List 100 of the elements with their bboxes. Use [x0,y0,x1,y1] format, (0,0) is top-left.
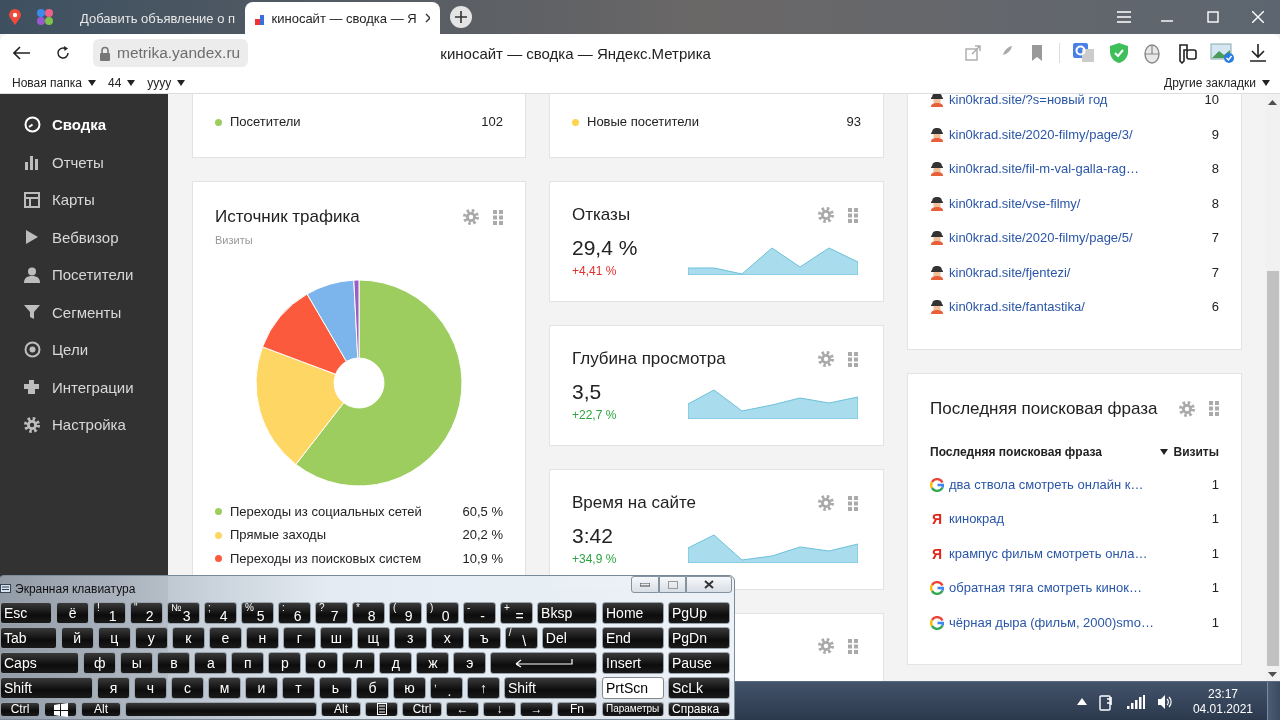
keyboard-key[interactable] [365,702,398,716]
keyboard-key[interactable]: п [231,652,265,674]
drag-handle-icon[interactable] [848,495,858,511]
keyboard-key[interactable]: * 8 [352,602,386,624]
speaker-icon[interactable] [1156,693,1173,710]
reload-icon[interactable] [56,46,70,60]
keyboard-key[interactable] [490,652,597,674]
keyboard-key[interactable]: т [282,677,315,699]
search-phrase-link[interactable]: кинокрад [949,511,1005,528]
drag-handle-icon[interactable] [493,209,503,225]
keyboard-key[interactable]: н [245,627,279,649]
keyboard-key[interactable]: щ [356,627,390,649]
keyboard-key[interactable]: Home [602,602,664,624]
drag-handle-icon[interactable] [848,638,858,654]
keyboard-key[interactable]: % 5 [241,602,275,624]
keyboard-key[interactable]: в [157,652,191,674]
scrollbar-thumb[interactable] [1266,271,1279,666]
keyboard-key[interactable]: PgDn [668,627,730,649]
keyboard-key[interactable]: ? 7 [315,602,349,624]
keyboard-key[interactable]: Insert [602,652,664,674]
keyboard-key[interactable]: ( 9 [389,602,423,624]
sidebar-item[interactable]: Цели [0,331,168,369]
keyboard-key[interactable]: / \ [504,627,538,649]
keyboard-key[interactable]: Fn [557,702,597,716]
keyboard-key[interactable]: ц [97,627,131,649]
page-link[interactable]: kin0krad.site/2020-filmy/page/5/ [949,230,1133,247]
column-header[interactable]: Визиты [1160,443,1219,460]
browser-tab[interactable]: Добавить объявление о п [62,2,245,34]
keyboard-key[interactable]: Bksp [537,602,597,624]
new-tab-button[interactable] [450,6,472,28]
keyboard-key[interactable]: , . [430,677,463,699]
signal-icon[interactable] [1126,694,1145,709]
keyboard-key[interactable]: Caps [0,652,80,674]
keyboard-key[interactable]: Ctrl [402,702,442,716]
keyboard-key[interactable]: Tab [0,627,57,649]
keyboard-key[interactable]: Alt [81,702,121,716]
dots-icon[interactable] [36,8,54,26]
keyboard-key[interactable]: л [342,652,376,674]
keyboard-key[interactable]: б [356,677,389,699]
key-icon[interactable] [1176,42,1198,64]
settings-icon[interactable] [817,494,835,512]
keyboard-key[interactable]: ъ [467,627,501,649]
keyboard-key[interactable]: к [171,627,205,649]
sidebar-item[interactable]: Настройка [0,406,168,444]
sidebar-item[interactable]: Карты [0,181,168,219]
keyboard-key[interactable]: Ctrl [0,702,40,716]
keyboard-key[interactable]: Pause [668,652,730,674]
page-link[interactable]: kin0krad.site/fantastika/ [949,299,1085,316]
page-link[interactable]: kin0krad.site/2020-filmy/page/3/ [949,126,1133,143]
share-icon[interactable] [963,43,983,63]
keyboard-key[interactable]: End [602,627,664,649]
page-link[interactable]: kin0krad.site/fil-m-val-galla-rag… [949,161,1139,178]
sidebar-item[interactable]: Вебвизор [0,218,168,256]
minimize-button[interactable] [631,576,659,593]
maximize-button[interactable] [659,576,686,593]
keyboard-key[interactable]: г [282,627,316,649]
image-icon[interactable] [1210,42,1236,64]
keyboard-key[interactable]: PgUp [668,602,730,624]
caret-icon[interactable] [1076,698,1087,705]
keyboard-key[interactable]: ж [416,652,450,674]
sidebar-item[interactable]: Посетители [0,256,168,294]
keyboard-key[interactable]: №3 [167,602,201,624]
keyboard-key[interactable]: ы [120,652,154,674]
menu-icon[interactable] [1117,11,1131,23]
keyboard-key[interactable]: ↓ [483,702,516,716]
bookmark-folder[interactable]: 44 [107,75,136,90]
keyboard-key[interactable]: Shift [0,677,93,699]
keyboard-key[interactable]: Del [541,627,597,649]
map-pin-icon[interactable] [9,9,21,25]
keyboard-key[interactable]: э [453,652,487,674]
keyboard-key[interactable]: + = [500,602,534,624]
search-phrase-link[interactable]: крампус фильм смотреть онла… [949,545,1148,562]
shield-icon[interactable] [1108,42,1130,64]
clock[interactable]: 23:17 04.01.2021 [1192,686,1253,717]
bookmark-folder[interactable]: yyyy [147,75,186,90]
search-phrase-link[interactable]: чёрная дыра (фильм, 2000)smo… [949,614,1154,631]
keyboard-key[interactable]: → [520,702,553,716]
keyboard-key[interactable]: р [268,652,302,674]
drag-handle-icon[interactable] [848,351,858,367]
address-field[interactable]: metrika.yandex.ru [93,39,249,67]
sidebar-item[interactable]: Интеграции [0,368,168,406]
drag-handle-icon[interactable] [1209,401,1219,416]
keyboard-key[interactable]: д [379,652,413,674]
keyboard-key[interactable]: ) 0 [426,602,460,624]
keyboard-key[interactable]: ф [83,652,117,674]
download-icon[interactable] [1248,43,1268,63]
drag-handle-icon[interactable] [848,207,858,223]
settings-icon[interactable] [462,208,480,226]
sidebar-item[interactable]: Сводка [0,106,168,144]
keyboard-key[interactable]: ё [56,602,90,624]
maximize-icon[interactable] [1207,11,1219,23]
search-phrase-link[interactable]: обратная тяга смотреть кинок… [949,580,1142,597]
browser-tab[interactable]: киносайт — сводка — Я [245,2,440,34]
settings-icon[interactable] [817,350,835,368]
settings-icon[interactable] [817,637,835,655]
keyboard-key[interactable]: ← [446,702,479,716]
keyboard-key[interactable]: : 6 [278,602,312,624]
settings-icon[interactable] [817,206,835,224]
keyboard-key[interactable]: о [305,652,339,674]
sidebar-item[interactable]: Отчеты [0,143,168,181]
